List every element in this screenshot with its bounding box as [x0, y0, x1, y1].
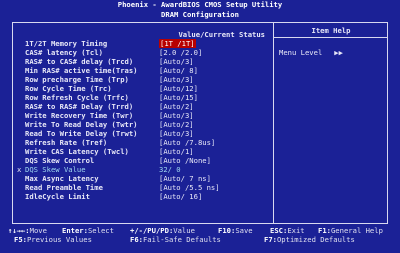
- setting-value[interactable]: [Auto/15]: [159, 93, 198, 102]
- key-hint: ↑↓→←:Move: [8, 226, 47, 235]
- key-hint-desc: Move: [29, 226, 47, 235]
- setting-label: Write To Read Delay (Twtr): [25, 120, 138, 129]
- key-hint: F1:General Help: [318, 226, 383, 235]
- key-hint-key: +/-/PU/PD:: [130, 226, 174, 235]
- value-status-header: Value/Current Status: [178, 30, 265, 39]
- key-hint-key: ESC:: [270, 226, 288, 235]
- menu-level-arrows-icon: ▶▶: [334, 48, 343, 57]
- setting-label: Write Recovery Time (Twr): [25, 111, 134, 120]
- setting-value[interactable]: [Auto/2]: [159, 120, 194, 129]
- setting-row[interactable]: RAS# to CAS# delay (Trcd) [Auto/3]: [19, 57, 271, 66]
- menu-level: Menu Level ▶▶: [279, 48, 343, 57]
- setting-value[interactable]: [Auto/12]: [159, 84, 198, 93]
- key-hint-desc: Previous Values: [26, 235, 92, 244]
- key-hint: ESC:Exit: [270, 226, 305, 235]
- setting-value[interactable]: [Auto/3]: [159, 75, 194, 84]
- setting-row[interactable]: Write Recovery Time (Twr) [Auto/3]: [19, 111, 271, 120]
- key-hint: F6:Fail-Safe Defaults: [130, 235, 221, 244]
- setting-label: Read To Write Delay (Trwt): [25, 129, 138, 138]
- page-title: DRAM Configuration: [161, 10, 239, 19]
- setting-label: Read Preamble Time: [25, 183, 103, 192]
- setting-value[interactable]: [Auto/3]: [159, 129, 194, 138]
- setting-row[interactable]: Min RAS# active time(Tras) [Auto/ 8]: [19, 66, 271, 75]
- setting-label: IdleCycle Limit: [25, 192, 90, 201]
- key-hint: F10:Save: [218, 226, 253, 235]
- key-hint-desc: Optimized Defaults: [276, 235, 355, 244]
- setting-label: Max Async Latency: [25, 174, 99, 183]
- setting-value[interactable]: [Auto /None]: [159, 156, 211, 165]
- setting-value[interactable]: [Auto/1]: [159, 147, 194, 156]
- setting-row[interactable]: Max Async Latency [Auto/ 7 ns]: [19, 174, 271, 183]
- setting-value[interactable]: [Auto/ 7 ns]: [159, 174, 211, 183]
- setting-label: DQS Skew Value: [25, 165, 86, 174]
- disabled-marker-icon: x: [17, 165, 22, 174]
- setting-row[interactable]: Refresh Rate (Tref) [Auto /7.8us]: [19, 138, 271, 147]
- key-hint-key: ↑↓→←:: [8, 226, 30, 235]
- settings-frame: Value/Current Status 1T/2T Memory Timing…: [12, 22, 388, 224]
- key-help-footer: ↑↓→←:Move Enter:Select +/-/PU/PD:Value F10:…: [0, 226, 400, 244]
- setting-label: DQS Skew Control: [25, 156, 95, 165]
- setting-value[interactable]: [Auto/3]: [159, 57, 194, 66]
- key-hint-desc: Value: [173, 226, 195, 235]
- value-status-header-row: Value/Current Status: [19, 30, 271, 39]
- key-hint-key: F7:: [264, 235, 277, 244]
- key-hint-key: F6:: [130, 235, 143, 244]
- panel-divider: [273, 23, 274, 223]
- key-hint: F5:Previous Values: [14, 235, 92, 244]
- setting-label: RAS# to RAS# Delay (Trrd): [25, 102, 134, 111]
- setting-row[interactable]: CAS# latency (Tcl) [2.0 /2.0]: [19, 48, 271, 57]
- setting-value[interactable]: [Auto/3]: [159, 111, 194, 120]
- key-hint-desc: Save: [235, 226, 253, 235]
- setting-value[interactable]: [Auto /7.8us]: [159, 138, 215, 147]
- setting-row[interactable]: Read To Write Delay (Trwt) [Auto/3]: [19, 129, 271, 138]
- setting-value[interactable]: [1T /1T]: [159, 39, 196, 48]
- setting-label: RAS# to CAS# delay (Trcd): [25, 57, 134, 66]
- key-hint-desc: Fail-Safe Defaults: [142, 235, 221, 244]
- key-hint-key: F10:: [218, 226, 236, 235]
- setting-row[interactable]: Write To Read Delay (Twtr) [Auto/2]: [19, 120, 271, 129]
- key-help-row-2: F5:Previous Values F6:Fail-Safe Defaults F…: [0, 235, 400, 244]
- setting-label: Row precharge Time (Trp): [25, 75, 129, 84]
- setting-row[interactable]: IdleCycle Limit [Auto/ 16]: [19, 192, 271, 201]
- setting-value[interactable]: [Auto/ 16]: [159, 192, 202, 201]
- settings-list: Value/Current Status 1T/2T Memory Timing…: [17, 30, 271, 201]
- key-hint: F7:Optimized Defaults: [264, 235, 355, 244]
- key-hint-desc: Exit: [287, 226, 305, 235]
- setting-value[interactable]: [Auto /5.5 ns]: [159, 183, 220, 192]
- key-hint: +/-/PU/PD:Value: [130, 226, 195, 235]
- key-hint: Enter:Select: [62, 226, 114, 235]
- menu-level-label: Menu Level: [279, 48, 323, 57]
- setting-label: Min RAS# active time(Tras): [25, 66, 138, 75]
- setting-label: 1T/2T Memory Timing: [25, 39, 108, 48]
- setting-row[interactable]: Read Preamble Time [Auto /5.5 ns]: [19, 183, 271, 192]
- item-help-title: Item Help: [311, 26, 351, 35]
- setting-label: Row Cycle Time (Trc): [25, 84, 112, 93]
- setting-row[interactable]: Row precharge Time (Trp) [Auto/3]: [19, 75, 271, 84]
- setting-value[interactable]: [Auto/2]: [159, 102, 194, 111]
- setting-row: x DQS Skew Value 32/ 0: [17, 165, 271, 174]
- help-title-divider: [273, 37, 388, 38]
- setting-label: Write CAS Latency (Twcl): [25, 147, 129, 156]
- setting-label: Refresh Rate (Tref): [25, 138, 108, 147]
- setting-row[interactable]: DQS Skew Control [Auto /None]: [19, 156, 271, 165]
- setting-label: Row Refresh Cycle (Trfc): [25, 93, 129, 102]
- setting-row[interactable]: 1T/2T Memory Timing [1T /1T]: [19, 39, 271, 48]
- setting-row[interactable]: Row Cycle Time (Trc) [Auto/12]: [19, 84, 271, 93]
- key-help-row-1: ↑↓→←:Move Enter:Select +/-/PU/PD:Value F10:…: [0, 226, 400, 235]
- key-hint-key: F1:: [318, 226, 331, 235]
- setting-label: CAS# latency (Tcl): [25, 48, 103, 57]
- key-hint-desc: Select: [87, 226, 114, 235]
- key-hint-key: Enter:: [62, 226, 88, 235]
- setting-value: 32/ 0: [159, 165, 181, 174]
- setting-row[interactable]: Write CAS Latency (Twcl) [Auto/1]: [19, 147, 271, 156]
- bios-header: Phoenix - AwardBIOS CMOS Setup Utility D…: [0, 0, 400, 22]
- setting-value[interactable]: [Auto/ 8]: [159, 66, 198, 75]
- key-hint-desc: General Help: [330, 226, 383, 235]
- setting-row[interactable]: Row Refresh Cycle (Trfc) [Auto/15]: [19, 93, 271, 102]
- key-hint-key: F5:: [14, 235, 27, 244]
- bios-title: Phoenix - AwardBIOS CMOS Setup Utility: [117, 0, 283, 9]
- setting-row[interactable]: RAS# to RAS# Delay (Trrd) [Auto/2]: [19, 102, 271, 111]
- setting-value[interactable]: [2.0 /2.0]: [159, 48, 202, 57]
